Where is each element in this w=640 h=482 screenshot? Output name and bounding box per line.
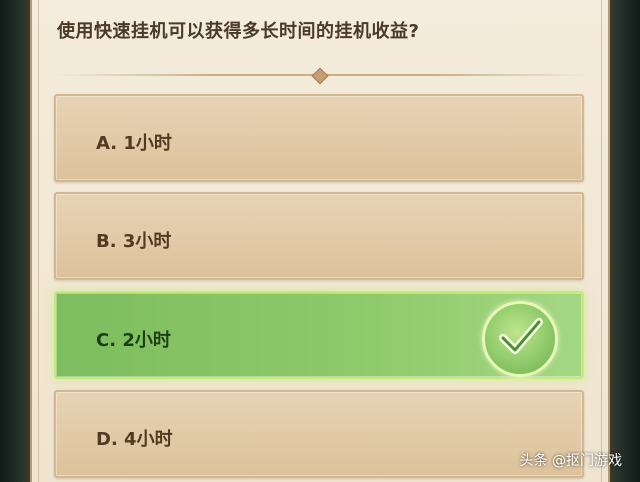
option-c-label: C. 2小时: [96, 330, 171, 351]
divider-ornament-icon: [311, 67, 329, 85]
left-frame-border: [0, 0, 30, 482]
option-b-button[interactable]: B. 3小时: [54, 192, 584, 280]
quiz-panel: 使用快速挂机可以获得多长时间的挂机收益? A. 1小时 B. 3小时 C. 2小…: [30, 0, 610, 482]
question-text: 使用快速挂机可以获得多长时间的挂机收益?: [57, 21, 420, 42]
checkmark-circle-icon: [482, 301, 558, 377]
option-a-label: A. 1小时: [96, 133, 172, 154]
option-a-button[interactable]: A. 1小时: [54, 94, 584, 182]
option-c-button[interactable]: C. 2小时: [54, 291, 584, 379]
right-frame-border: [610, 0, 640, 482]
option-d-label: D. 4小时: [96, 429, 173, 450]
option-b-label: B. 3小时: [96, 231, 172, 252]
option-d-button[interactable]: D. 4小时: [54, 390, 584, 478]
watermark-text: 头条 @抠门游戏: [519, 453, 622, 469]
